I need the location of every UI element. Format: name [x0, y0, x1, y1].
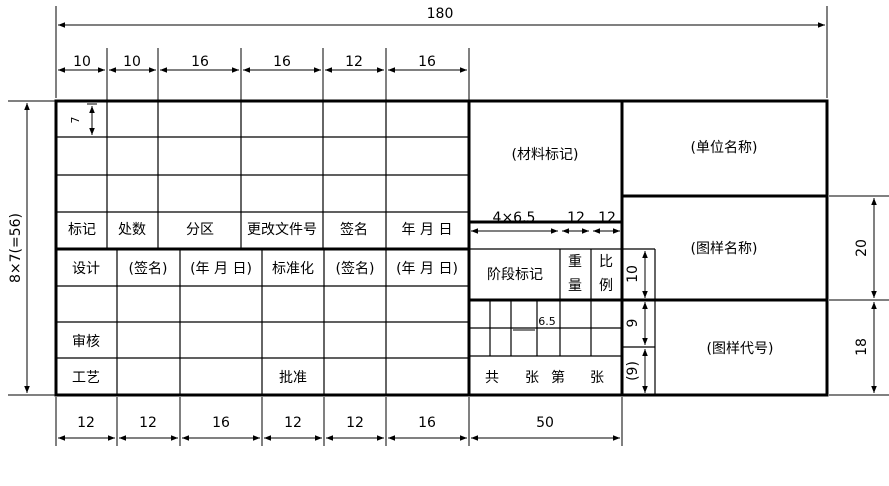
bottom-column-dimensions: 12 12 16 12 12 16 50 [55, 397, 623, 446]
title-block-svg: 180 10 10 16 16 12 16 8×7(=56) 7 4×6.5 1… [8, 6, 889, 446]
sheets-total: 共 [485, 370, 499, 386]
bottom-dim-2: 12 [139, 415, 157, 431]
sig-review: 审核 [72, 334, 100, 350]
bottom-dim-5: 12 [346, 415, 364, 431]
material-block: (材料标记) 阶段标记 重 量 比 例 共 张 第 张 [485, 147, 613, 386]
top-dim-1: 10 [73, 54, 91, 70]
sig-signature-2: (签名) [336, 260, 375, 277]
bottom-dim-3: 16 [212, 415, 230, 431]
sheets-unit-1: 张 [525, 370, 539, 386]
sig-date-2: (年 月 日) [396, 261, 458, 277]
stage-mark: 阶段标记 [487, 267, 543, 283]
sheets-unit-2: 张 [590, 370, 604, 386]
weight-line-1: 重 [568, 254, 582, 270]
total-width-dimension: 180 [55, 6, 828, 98]
vdim-9-paren: (9) [625, 361, 641, 381]
step-width-label: 6.5 [538, 315, 556, 328]
scale-line-2: 例 [599, 278, 613, 294]
drawing-code: (图样代号) [707, 341, 774, 357]
top-column-dimensions: 10 10 16 16 12 16 [58, 48, 470, 100]
top-dim-2: 10 [123, 54, 141, 70]
sig-design: 设计 [72, 261, 100, 277]
mid-dim-scale: 12 [598, 210, 616, 226]
right-dim-20: 20 [854, 239, 870, 257]
bottom-dim-7: 50 [536, 415, 554, 431]
top-dim-3: 16 [191, 54, 209, 70]
row-height-label: 7 [69, 117, 82, 124]
sig-signature-1: (签名) [129, 260, 168, 277]
sig-approve: 批准 [279, 370, 307, 386]
top-dim-5: 12 [345, 54, 363, 70]
row-height-callout: 7 [69, 103, 97, 138]
total-width-label: 180 [427, 6, 454, 22]
header-zone: 分区 [186, 222, 214, 238]
sig-standardization: 标准化 [272, 261, 314, 277]
title-block-diagram: 180 10 10 16 16 12 16 8×7(=56) 7 4×6.5 1… [0, 0, 889, 486]
header-date: 年 月 日 [402, 222, 453, 238]
vdim-9: 9 [625, 319, 641, 328]
sheets-nth: 第 [551, 369, 565, 386]
revision-headers: 标记 处数 分区 更改文件号 签名 年 月 日 [68, 221, 452, 238]
vertical-small-dimensions: 10 9 (9) [625, 251, 648, 393]
right-height-dimensions: 20 18 [829, 195, 889, 396]
mid-dim-stage: 4×6.5 [493, 210, 536, 226]
vdim-10: 10 [625, 265, 641, 283]
header-signature: 签名 [340, 221, 368, 238]
sig-date-1: (年 月 日) [190, 261, 252, 277]
right-block: (单位名称) (图样名称) (图样代号) [691, 140, 774, 357]
unit-name: (单位名称) [691, 140, 758, 156]
header-count: 处数 [118, 222, 146, 238]
bottom-dim-1: 12 [77, 415, 95, 431]
top-dim-6: 16 [418, 54, 436, 70]
material-mark: (材料标记) [512, 147, 579, 163]
bottom-dim-6: 16 [418, 415, 436, 431]
sig-process: 工艺 [72, 370, 100, 386]
header-mark: 标记 [68, 222, 96, 238]
weight-line-2: 量 [568, 278, 582, 294]
header-change-doc: 更改文件号 [247, 222, 317, 238]
signature-block: 设计 (签名) (年 月 日) 标准化 (签名) (年 月 日) 审核 工艺 批… [72, 260, 458, 386]
left-height-dimension: 8×7(=56) [8, 100, 56, 396]
left-height-label: 8×7(=56) [8, 213, 24, 283]
top-dim-4: 16 [273, 54, 291, 70]
drawing-name: (图样名称) [691, 241, 758, 257]
mid-dim-weight: 12 [567, 210, 585, 226]
scale-line-1: 比 [599, 254, 613, 270]
bottom-dim-4: 12 [284, 415, 302, 431]
right-dim-18: 18 [854, 338, 870, 356]
